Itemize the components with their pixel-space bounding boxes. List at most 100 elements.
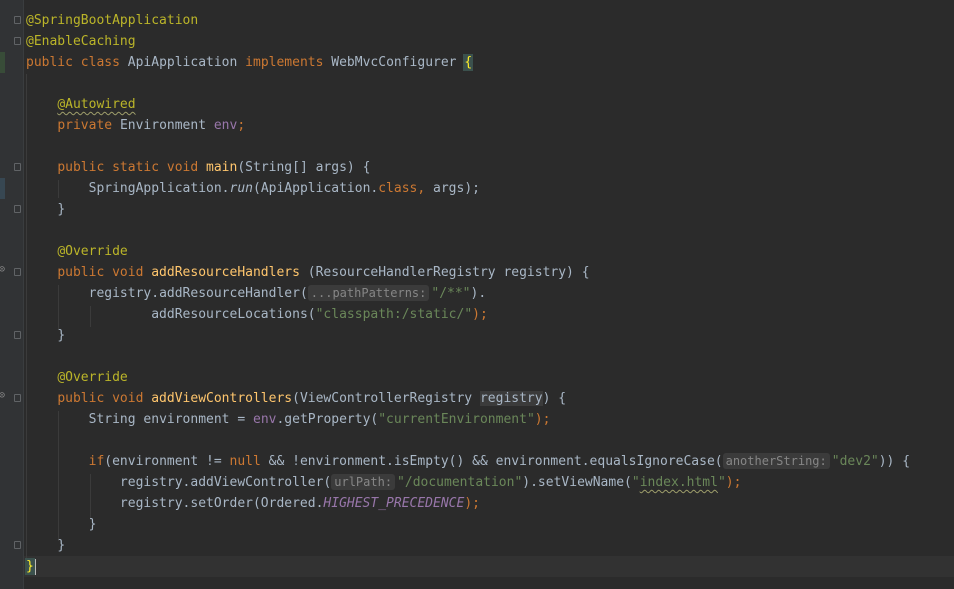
constant-token: HIGHEST_PRECEDENCE bbox=[323, 496, 465, 511]
code-token: registry.addViewController( bbox=[119, 475, 332, 490]
override-gutter-icon[interactable]: ⊙ bbox=[0, 264, 5, 275]
code-token: SpringApplication. bbox=[88, 181, 230, 196]
punct-token: ; bbox=[237, 118, 246, 133]
keyword-token: class bbox=[378, 181, 418, 196]
code-line: } bbox=[26, 514, 954, 535]
code-area[interactable]: @SpringBootApplication @EnableCaching pu… bbox=[25, 10, 954, 577]
code-line: registry.addViewController(urlPath: "/doc… bbox=[26, 472, 954, 493]
code-line: addResourceLocations("classpath:/static/… bbox=[26, 304, 954, 325]
parameter-hint: urlPath: bbox=[331, 474, 396, 490]
code-token: registry.setOrder(Ordered. bbox=[119, 496, 324, 511]
code-token: } bbox=[88, 517, 97, 532]
gutter-separator bbox=[23, 0, 24, 589]
code-line: SpringApplication.run(ApiApplication.cla… bbox=[26, 178, 954, 199]
code-token: ). bbox=[470, 286, 487, 301]
fold-marker[interactable] bbox=[14, 205, 21, 213]
string-token: "currentEnvironment" bbox=[378, 412, 535, 427]
code-token: && !environment.isEmpty() && environment… bbox=[260, 454, 723, 469]
annotation-token: @Autowired bbox=[57, 97, 136, 112]
type-token: Environment bbox=[119, 118, 207, 133]
interface-token: WebMvcConfigurer bbox=[331, 55, 457, 70]
punct-token: ); bbox=[534, 412, 551, 427]
field-token: env bbox=[213, 118, 238, 133]
keyword-token: if bbox=[88, 454, 105, 469]
parameter-hint: anotherString: bbox=[722, 453, 830, 469]
code-token: String environment = bbox=[88, 412, 253, 427]
matched-brace: { bbox=[463, 54, 474, 71]
annotation-token: @Override bbox=[57, 370, 128, 385]
static-method-token: run bbox=[229, 181, 253, 196]
code-line: } bbox=[26, 325, 954, 346]
code-line: } bbox=[26, 199, 954, 220]
code-line: registry.setOrder(Ordered.HIGHEST_PRECED… bbox=[26, 493, 954, 514]
keyword-token: public void bbox=[57, 265, 144, 280]
code-token: (String[] args) { bbox=[237, 160, 371, 175]
fold-marker[interactable] bbox=[14, 37, 21, 45]
fold-marker[interactable] bbox=[14, 268, 21, 276]
keyword-token: class bbox=[80, 55, 120, 70]
code-token: (ApiApplication. bbox=[253, 181, 379, 196]
keyword-token: null bbox=[229, 454, 261, 469]
code-token: (ViewControllerRegistry bbox=[292, 391, 480, 406]
code-token: .getProperty( bbox=[276, 412, 379, 427]
code-token: args); bbox=[425, 181, 480, 196]
string-token: "classpath:/static/" bbox=[315, 307, 473, 322]
string-quote: " bbox=[717, 475, 726, 490]
method-name-token: addResourceHandlers bbox=[151, 265, 300, 280]
punct-token: ); bbox=[472, 307, 488, 322]
matched-brace: } bbox=[25, 558, 35, 575]
code-line: @EnableCaching bbox=[26, 31, 954, 52]
punct-token: ); bbox=[464, 496, 480, 511]
text-cursor bbox=[33, 558, 36, 575]
code-line: private Environment env; bbox=[26, 115, 954, 136]
code-line: @Override bbox=[26, 367, 954, 388]
code-token: } bbox=[57, 328, 66, 343]
code-token: (environment != bbox=[104, 454, 230, 469]
parameter-hint: ...pathPatterns: bbox=[307, 285, 430, 301]
class-name-token: ApiApplication bbox=[127, 55, 238, 70]
fold-marker[interactable] bbox=[14, 394, 21, 402]
fold-marker[interactable] bbox=[14, 163, 21, 171]
code-line: if(environment != null && !environment.i… bbox=[26, 451, 954, 472]
keyword-token: public static void bbox=[57, 160, 199, 175]
annotation-token: @Override bbox=[57, 244, 128, 259]
keyword-token: public bbox=[26, 55, 73, 70]
annotation-token: @EnableCaching bbox=[26, 34, 136, 49]
code-line: } bbox=[26, 535, 954, 556]
code-line: @Override bbox=[26, 241, 954, 262]
code-line: String environment = env.getProperty("cu… bbox=[26, 409, 954, 430]
string-quote: " bbox=[631, 475, 640, 490]
fold-marker[interactable] bbox=[14, 16, 21, 24]
code-token: } bbox=[57, 538, 66, 553]
code-token: addResourceLocations( bbox=[151, 307, 316, 322]
vcs-change-marker[interactable] bbox=[0, 178, 5, 199]
code-line: public void addViewControllers(ViewContr… bbox=[26, 388, 954, 409]
override-gutter-icon[interactable]: ⊙ bbox=[0, 390, 5, 401]
code-token: registry.addResourceHandler( bbox=[88, 286, 308, 301]
code-token: )) { bbox=[878, 454, 911, 469]
fold-marker[interactable] bbox=[14, 331, 21, 339]
string-token: "/documentation" bbox=[397, 475, 523, 490]
keyword-token: public void bbox=[57, 391, 144, 406]
method-name-token: main bbox=[206, 160, 238, 175]
code-token: (ResourceHandlerRegistry registry) { bbox=[299, 265, 590, 280]
code-line: public void addResourceHandlers (Resourc… bbox=[26, 262, 954, 283]
string-token: index.html bbox=[639, 475, 718, 490]
code-token: ) { bbox=[542, 391, 567, 406]
keyword-token: implements bbox=[245, 55, 324, 70]
punct-token: ); bbox=[725, 475, 742, 490]
code-line: public class ApiApplication implements W… bbox=[26, 52, 954, 73]
code-line: } bbox=[25, 556, 954, 577]
editor-gutter[interactable] bbox=[0, 0, 24, 589]
annotation-token: @SpringBootApplication bbox=[26, 13, 199, 28]
code-line: @SpringBootApplication bbox=[26, 10, 954, 31]
method-name-token: addViewControllers bbox=[151, 391, 293, 406]
code-token: } bbox=[57, 202, 66, 217]
vcs-change-marker[interactable] bbox=[0, 52, 5, 73]
fold-marker[interactable] bbox=[14, 541, 21, 549]
